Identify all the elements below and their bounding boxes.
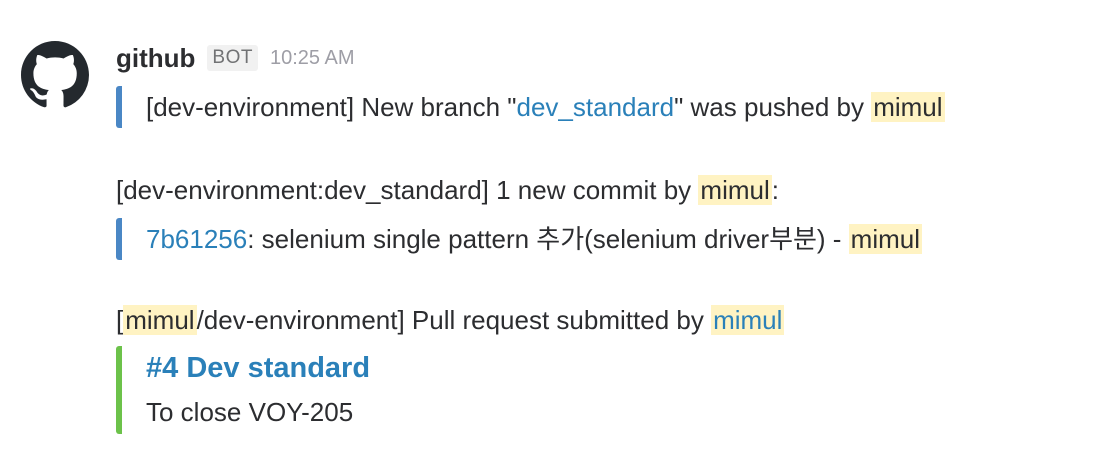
- user-mention[interactable]: mimul: [871, 92, 945, 122]
- pr-repo-text: /dev-environment] Pull request submitted…: [196, 305, 712, 335]
- commit-hash-link[interactable]: 7b61256: [146, 224, 247, 254]
- bot-badge: BOT: [207, 45, 258, 71]
- pull-request-summary: [mimul/dev-environment] Pull request sub…: [116, 298, 785, 342]
- message-timestamp[interactable]: 10:25 AM: [270, 47, 355, 70]
- github-octocat-icon: [21, 41, 89, 108]
- pr-submitter-link[interactable]: mimul: [711, 305, 785, 335]
- user-mention[interactable]: mimul: [123, 305, 197, 335]
- user-mention[interactable]: mimul: [698, 175, 772, 205]
- commit-summary: [dev-environment:dev_standard] 1 new com…: [116, 168, 779, 212]
- pull-request-body: To close VOY-205: [146, 397, 354, 427]
- commit-message: : selenium single pattern 추가(selenium dr…: [247, 224, 849, 254]
- commit-summary-prefix: [dev-environment:dev_standard] 1 new com…: [116, 175, 699, 205]
- github-avatar[interactable]: [18, 38, 92, 112]
- pull-request-title-link[interactable]: #4 Dev standard: [146, 346, 370, 390]
- pull-request-attachment: #4 Dev standard To close VOY-205: [116, 346, 370, 434]
- sender-name[interactable]: github: [116, 43, 195, 74]
- branch-link[interactable]: dev_standard: [517, 92, 675, 122]
- slack-message: github BOT 10:25 AM [dev-environment] Ne…: [0, 0, 1116, 458]
- user-mention[interactable]: mimul: [848, 224, 923, 254]
- commit-quote: 7b61256: selenium single pattern 추가(sele…: [116, 218, 923, 260]
- commit-summary-suffix: :: [771, 175, 779, 205]
- branch-push-middle: " was pushed by: [674, 92, 872, 122]
- branch-push-prefix: [dev-environment] New branch ": [146, 92, 517, 122]
- message-header: github BOT 10:25 AM: [116, 38, 355, 78]
- branch-push-quote: [dev-environment] New branch "dev_standa…: [116, 86, 945, 128]
